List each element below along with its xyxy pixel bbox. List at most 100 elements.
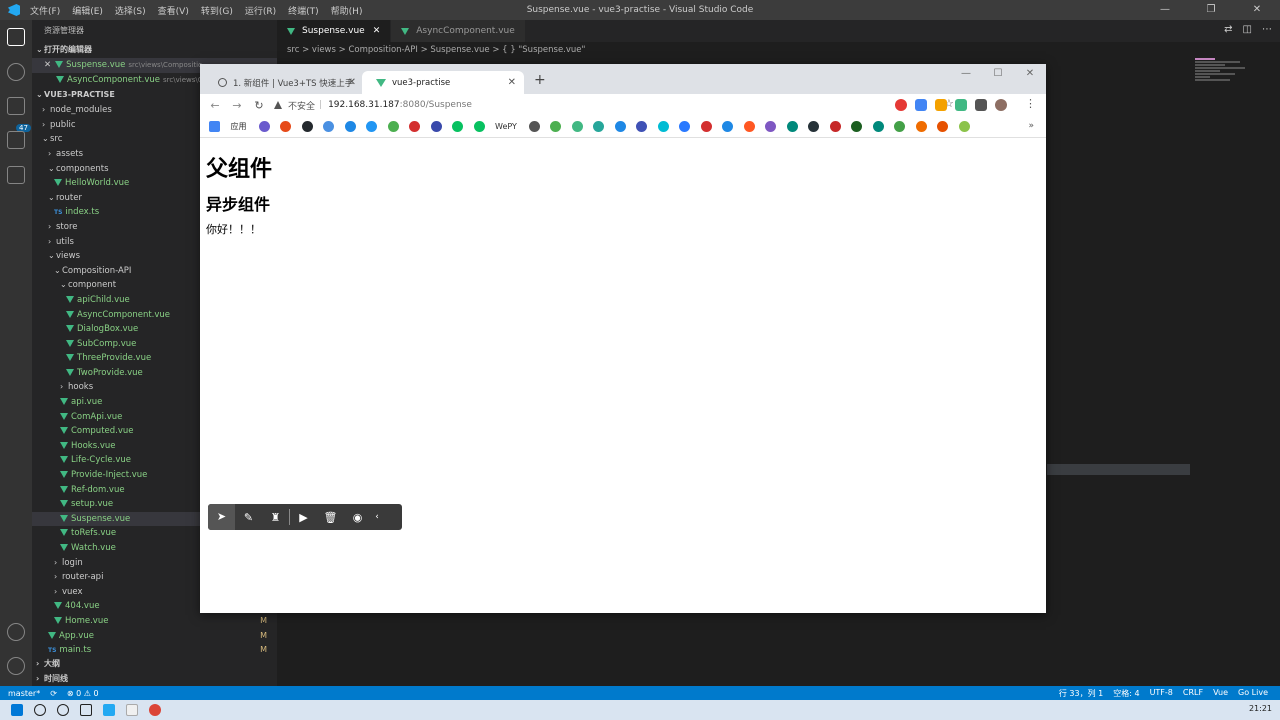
indentation[interactable]: 空格: 4 bbox=[1113, 688, 1139, 699]
back-arrow-icon[interactable]: ← bbox=[208, 99, 222, 112]
profile-avatar-icon[interactable] bbox=[995, 99, 1007, 111]
bookmark-icon[interactable] bbox=[743, 121, 755, 132]
bookmark-icon[interactable] bbox=[765, 121, 777, 132]
windows-start-icon[interactable] bbox=[11, 704, 23, 716]
close-editor-icon[interactable]: ✕ bbox=[44, 60, 51, 70]
bookmark-icon[interactable] bbox=[323, 121, 334, 132]
more-actions-icon[interactable]: ⋯ bbox=[1262, 24, 1272, 35]
split-editor-icon[interactable]: ◫ bbox=[1243, 24, 1252, 35]
search-icon[interactable] bbox=[34, 704, 46, 716]
tree-file[interactable]: App.vue M bbox=[32, 629, 277, 644]
chrome-menu-icon[interactable]: ⋮ bbox=[1025, 97, 1036, 110]
vue-devtools-extension-icon[interactable] bbox=[955, 99, 967, 111]
minimize-button[interactable]: — bbox=[950, 64, 982, 84]
maximize-button[interactable]: ❐ bbox=[1188, 0, 1234, 20]
bookmark-icon[interactable] bbox=[937, 121, 949, 132]
settings-gear-icon[interactable] bbox=[7, 657, 25, 675]
menu-item[interactable]: 运行(R) bbox=[245, 4, 276, 17]
play-icon[interactable]: ▶ bbox=[290, 511, 317, 524]
bookmark-icon[interactable] bbox=[473, 121, 485, 132]
menu-item[interactable]: 文件(F) bbox=[30, 4, 60, 17]
adblock-extension-icon[interactable] bbox=[895, 99, 907, 111]
bookmark-icon[interactable] bbox=[280, 121, 291, 132]
highlighter-tool-icon[interactable]: ♜ bbox=[262, 511, 289, 524]
bookmark-apps[interactable]: 应用 bbox=[231, 121, 247, 132]
tree-file[interactable]: Home.vue M bbox=[32, 614, 277, 629]
timeline-header[interactable]: › 时间线 bbox=[32, 671, 277, 687]
apps-icon[interactable] bbox=[209, 121, 220, 132]
bookmark-icon[interactable] bbox=[344, 121, 356, 132]
outline-header[interactable]: › 大纲 bbox=[32, 656, 277, 672]
delete-icon[interactable]: 🗑 bbox=[317, 511, 344, 524]
menu-item[interactable]: 查看(V) bbox=[158, 4, 189, 17]
extensions-icon[interactable] bbox=[7, 166, 25, 184]
breadcrumb[interactable]: src > views > Composition-API > Suspense… bbox=[277, 42, 1280, 58]
chrome-tab-vue3-practise[interactable]: vue3-practise ✕ bbox=[362, 71, 524, 94]
language-mode[interactable]: Vue bbox=[1213, 688, 1228, 699]
minimize-button[interactable]: — bbox=[1142, 0, 1188, 20]
bookmark-icon[interactable] bbox=[301, 121, 313, 132]
chrome-tab-docs[interactable]: 1. 新组件 | Vue3+TS 快速上手 ✕ bbox=[204, 71, 364, 94]
run-debug-icon[interactable] bbox=[7, 131, 25, 149]
address-bar[interactable]: 不安全 | 192.168.31.187:8080/Suspense ☆ bbox=[274, 96, 954, 114]
bookmark-icon[interactable] bbox=[571, 121, 583, 132]
bookmark-icon[interactable] bbox=[786, 121, 798, 132]
puzzle-extensions-icon[interactable] bbox=[975, 99, 987, 111]
task-view-icon[interactable] bbox=[80, 704, 92, 716]
close-tab-icon[interactable]: ✕ bbox=[508, 77, 516, 88]
bookmark-icon[interactable] bbox=[430, 121, 442, 132]
bookmark-icon[interactable] bbox=[700, 121, 712, 132]
bookmark-icon[interactable] bbox=[366, 121, 377, 132]
menu-item[interactable]: 转到(G) bbox=[201, 4, 233, 17]
branch-status[interactable]: master* bbox=[8, 689, 40, 698]
bookmark-icon[interactable] bbox=[550, 121, 562, 132]
menu-item[interactable]: 选择(S) bbox=[115, 4, 146, 17]
tab-async-component[interactable]: AsyncComponent.vue bbox=[391, 20, 526, 42]
menu-item[interactable]: 终端(T) bbox=[288, 4, 319, 17]
bookmark-wepy[interactable]: WePY bbox=[495, 122, 517, 131]
encoding[interactable]: UTF-8 bbox=[1150, 688, 1173, 699]
close-tab-icon[interactable]: ✕ bbox=[373, 20, 381, 42]
account-icon[interactable] bbox=[7, 623, 25, 641]
close-button[interactable]: ✕ bbox=[1234, 0, 1280, 20]
record-icon[interactable]: ◉ bbox=[344, 511, 371, 524]
bookmark-icon[interactable] bbox=[958, 121, 970, 132]
cortana-icon[interactable] bbox=[57, 704, 69, 716]
bookmark-icon[interactable] bbox=[258, 121, 270, 132]
notepad-taskbar-icon[interactable] bbox=[126, 704, 138, 716]
bookmark-icon[interactable] bbox=[679, 121, 691, 132]
bookmark-icon[interactable] bbox=[872, 121, 884, 132]
bookmark-icon[interactable] bbox=[808, 121, 820, 132]
line-ending[interactable]: CRLF bbox=[1183, 688, 1203, 699]
close-button[interactable]: ✕ bbox=[1014, 64, 1046, 84]
close-tab-icon[interactable]: ✕ bbox=[348, 77, 356, 88]
menu-item[interactable]: 帮助(H) bbox=[331, 4, 363, 17]
bookmark-icon[interactable] bbox=[409, 121, 420, 132]
vscode-taskbar-icon[interactable] bbox=[103, 704, 115, 716]
bookmark-icon[interactable] bbox=[636, 121, 648, 132]
maximize-button[interactable]: ☐ bbox=[982, 64, 1014, 84]
bookmark-icon[interactable] bbox=[894, 121, 906, 132]
bookmark-icon[interactable] bbox=[851, 121, 863, 132]
source-control-icon[interactable] bbox=[7, 97, 25, 115]
problems-status[interactable]: ⊗ 0 ⚠ 0 bbox=[67, 689, 99, 698]
extension-icon[interactable] bbox=[935, 99, 947, 111]
bookmark-icon[interactable] bbox=[614, 121, 626, 132]
bookmark-icon[interactable] bbox=[452, 121, 463, 132]
bookmark-icon[interactable] bbox=[593, 121, 605, 132]
forward-arrow-icon[interactable]: → bbox=[230, 99, 244, 112]
explorer-icon[interactable] bbox=[7, 28, 25, 46]
cursor-position[interactable]: 行 33，列 1 bbox=[1059, 688, 1103, 699]
bookmark-icon[interactable] bbox=[387, 121, 399, 132]
search-icon[interactable] bbox=[7, 63, 25, 81]
bookmark-icon[interactable] bbox=[829, 121, 841, 132]
pointer-tool-icon[interactable]: ➤ bbox=[208, 504, 235, 530]
minimap[interactable] bbox=[1195, 58, 1265, 108]
tab-suspense[interactable]: Suspense.vue ✕ bbox=[277, 20, 392, 42]
translate-extension-icon[interactable] bbox=[915, 99, 927, 111]
sync-status[interactable]: ⟳ bbox=[50, 689, 57, 698]
new-tab-button[interactable]: + bbox=[534, 72, 546, 88]
open-editors-header[interactable]: ⌄打开的编辑器 bbox=[32, 42, 277, 58]
compare-icon[interactable]: ⇄ bbox=[1224, 24, 1232, 35]
chrome-taskbar-icon[interactable] bbox=[149, 704, 161, 716]
